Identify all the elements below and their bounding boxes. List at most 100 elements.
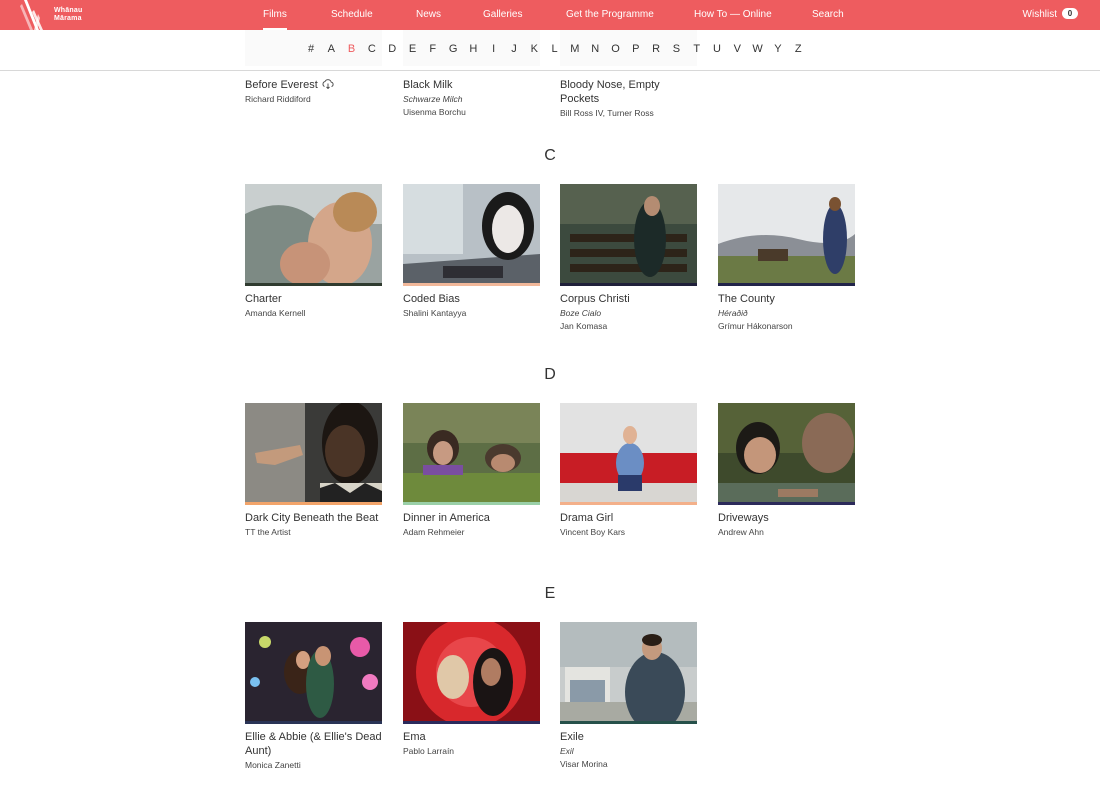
logo-mark-icon [20,0,43,30]
alphabet-letter-c[interactable]: C [365,43,379,55]
film-card-charter[interactable]: Charter Amanda Kernell [245,184,382,319]
nav-how-to-online[interactable]: How To — Online [694,0,772,30]
film-card-coded-bias[interactable]: Coded Bias Shalini Kantayya [403,184,540,319]
accent-bar [718,502,855,505]
film-director: Grímur Hákonarson [718,321,793,331]
film-thumbnail[interactable] [245,622,382,724]
alphabet-letter-p[interactable]: P [629,43,643,55]
film-title: Before Everest [245,78,395,92]
accent-bar [560,721,697,724]
film-thumbnail[interactable] [560,184,697,286]
accent-bar [245,283,382,286]
section-heading-c: C [544,147,556,164]
nav-galleries[interactable]: Galleries [483,0,522,30]
film-card-bloody-nose-empty-pockets[interactable]: Bloody Nose, Empty Pockets Bill Ross IV,… [560,72,700,119]
alphabet-letter-f[interactable]: F [426,43,440,55]
film-alt-title: Héraðið [718,308,748,318]
film-thumbnail[interactable] [403,184,540,286]
alphabet-letter-g[interactable]: G [446,43,460,55]
section-heading-d: D [544,366,556,383]
film-title: Corpus Christi [560,293,630,305]
alphabet-letter-o[interactable]: O [609,43,623,55]
film-director: Amanda Kernell [245,308,306,318]
film-director: Visar Morina [560,759,608,769]
film-thumbnail[interactable] [245,184,382,286]
alphabet-letter-z[interactable]: Z [791,43,805,55]
top-navigation: Whānau Mārama Films Schedule News Galler… [0,0,1100,30]
nav-schedule[interactable]: Schedule [331,0,373,30]
film-thumbnail[interactable] [560,622,697,724]
film-card-dark-city-beneath-the-beat[interactable]: Dark City Beneath the Beat TT the Artist [245,403,382,538]
site-logo[interactable]: Whānau Mārama [18,0,88,30]
accent-bar [560,283,697,286]
alphabet-letter-r[interactable]: R [649,43,663,55]
film-director: Adam Rehmeier [403,527,465,537]
alphabet-letter-h[interactable]: H [466,43,480,55]
film-title: The County [718,293,775,305]
alphabet-letter-b[interactable]: B [345,43,359,55]
alphabet-letter-n[interactable]: N [588,43,602,55]
alphabet-letter-t[interactable]: T [690,43,704,55]
accent-bar [403,721,540,724]
alphabet-letter-e[interactable]: E [406,43,420,55]
alphabet-letter-i[interactable]: I [487,43,501,55]
alphabet-filter-bar: # A B C D E F G H I J K L M N O P R S T U V W Y Z [0,30,1100,72]
nav-films[interactable]: Films [263,0,287,30]
film-card-dinner-in-america[interactable]: Dinner in America Adam Rehmeier [403,403,540,538]
wishlist-link[interactable]: Wishlist 0 [1023,0,1078,30]
film-card-ema[interactable]: Ema Pablo Larraín [403,622,540,757]
alphabet-letter-m[interactable]: M [568,43,582,55]
film-card-exile[interactable]: Exile Exil Visar Morina [560,622,697,770]
film-title: Ema [403,731,426,743]
film-alt-title: Boze Cialo [560,308,602,318]
alphabet-letter-l[interactable]: L [548,43,562,55]
logo-text: Whānau Mārama [54,7,83,22]
alphabet-letter-a[interactable]: A [324,43,338,55]
download-icon [322,79,334,89]
alphabet-letter-s[interactable]: S [669,43,683,55]
film-alt-title: Schwarze Milch [403,94,463,104]
film-thumbnail[interactable] [403,403,540,505]
film-title: Black Milk [403,79,453,91]
film-thumbnail[interactable] [718,403,855,505]
film-title: Dark City Beneath the Beat [245,512,379,524]
film-director: Shalini Kantayya [403,308,467,318]
nav-get-the-programme[interactable]: Get the Programme [566,0,654,30]
wishlist-label: Wishlist [1022,9,1057,20]
film-title: Driveways [718,512,769,524]
alphabet-letter-y[interactable]: Y [771,43,785,55]
nav-news[interactable]: News [416,0,441,30]
accent-bar [403,502,540,505]
alphabet-letter-w[interactable]: W [751,43,765,55]
film-card-ellie-and-abbie[interactable]: Ellie & Abbie (& Ellie's Dead Aunt) Moni… [245,622,382,771]
film-card-black-milk[interactable]: Black Milk Schwarze Milch Uisenma Borchu [403,72,553,118]
film-director: TT the Artist [245,527,291,537]
alphabet-letter-k[interactable]: K [527,43,541,55]
film-thumbnail[interactable] [560,403,697,505]
film-card-drama-girl[interactable]: Drama Girl Vincent Boy Kars [560,403,697,538]
film-title: Drama Girl [560,512,614,524]
film-director: Monica Zanetti [245,760,301,770]
film-thumbnail[interactable] [245,403,382,505]
film-title: Dinner in America [403,512,490,524]
accent-bar [718,283,855,286]
film-thumbnail[interactable] [403,622,540,724]
film-card-corpus-christi[interactable]: Corpus Christi Boze Cialo Jan Komasa [560,184,697,332]
wishlist-count-badge: 0 [1062,8,1078,19]
nav-search[interactable]: Search [812,0,844,30]
alphabet-letter-v[interactable]: V [730,43,744,55]
film-card-the-county[interactable]: The County Héraðið Grímur Hákonarson [718,184,855,332]
alphabet-letter-u[interactable]: U [710,43,724,55]
alphabet-letter-number[interactable]: # [304,43,318,55]
film-title: Charter [245,293,282,305]
film-director: Pablo Larraín [403,746,455,756]
film-title: Exile [560,731,584,743]
film-alt-title: Exil [560,746,574,756]
alphabet-letter-j[interactable]: J [507,43,521,55]
film-thumbnail[interactable] [718,184,855,286]
film-director: Bill Ross IV, Turner Ross [560,108,654,118]
alphabet-letter-d[interactable]: D [385,43,399,55]
accent-bar [245,502,382,505]
film-card-before-everest[interactable]: Before Everest Richard Riddiford [245,72,395,105]
film-card-driveways[interactable]: Driveways Andrew Ahn [718,403,855,538]
